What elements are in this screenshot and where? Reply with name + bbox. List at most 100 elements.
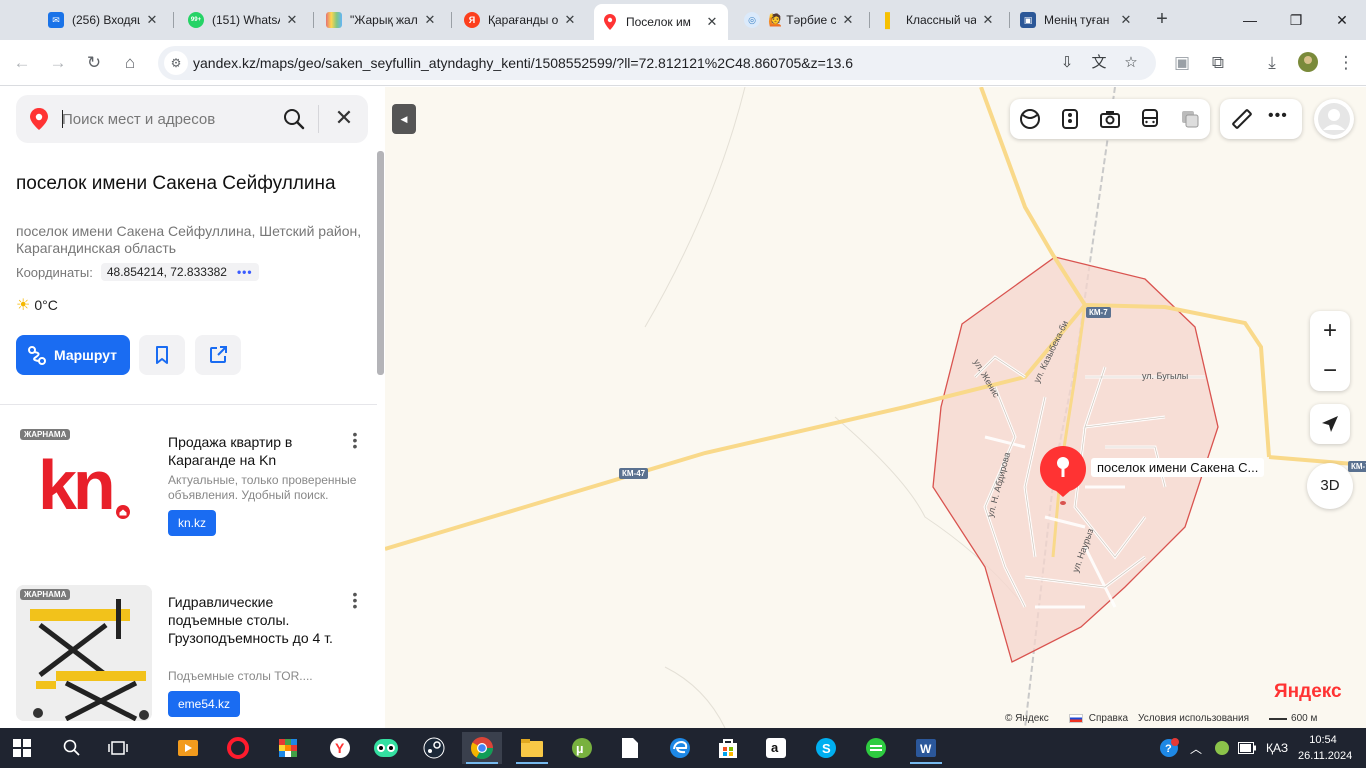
skype-icon[interactable]: S <box>806 732 846 764</box>
ad-menu-icon[interactable]: • • • <box>350 587 360 613</box>
extensions-puzzle-icon[interactable]: ⧉ <box>1206 51 1230 75</box>
ad-headline[interactable]: Гидравлические подъемные столы. Грузопод… <box>168 593 343 647</box>
close-tab-icon[interactable]: ✕ <box>284 12 300 28</box>
close-tab-icon[interactable]: ✕ <box>840 12 856 28</box>
ad-domain-button[interactable]: eme54.kz <box>168 691 241 717</box>
tab-zharyk[interactable]: "Жарық жал ✕ <box>318 6 446 34</box>
help-tray-icon[interactable]: ? <box>1158 728 1180 768</box>
whatsapp-icon: 99+ <box>188 12 204 28</box>
forward-button[interactable]: → <box>46 51 70 75</box>
more-horizontal-icon[interactable]: ••• <box>1268 107 1288 125</box>
search-input[interactable] <box>62 107 272 131</box>
coordinates-value[interactable]: 48.854214, 72.833382 ••• <box>100 263 259 281</box>
url-text: yandex.kz/maps/geo/saken_seyfullin_atynd… <box>193 55 854 71</box>
road-label: КМ-7 <box>1348 461 1366 472</box>
ad-domain-button[interactable]: kn.kz <box>168 510 217 536</box>
file-explorer-icon[interactable] <box>512 732 552 764</box>
ad-image[interactable]: ЖАРНАМА <box>16 585 152 721</box>
clock[interactable]: 10:54 26.11.2024 <box>1298 732 1352 764</box>
tab-whatsapp[interactable]: 99+ (151) WhatsApp ✕ <box>180 6 308 34</box>
traffic-icon[interactable] <box>1058 107 1082 131</box>
downloads-icon[interactable]: ⤓ <box>1260 51 1284 75</box>
extension-grey-icon[interactable]: ▣ <box>1170 51 1194 75</box>
utorrent-icon[interactable]: µ <box>562 732 602 764</box>
edge-icon[interactable] <box>660 732 700 764</box>
my-location-button[interactable] <box>1310 404 1350 444</box>
tray-expand-icon[interactable]: ︿ <box>1190 728 1202 768</box>
tab-mail[interactable]: ✉ (256) Входящие ✕ <box>40 6 168 34</box>
bookmark-button[interactable] <box>139 335 185 375</box>
layers-icon[interactable] <box>1178 107 1202 131</box>
zoom-in-button[interactable]: + <box>1310 311 1350 351</box>
profile-avatar-icon[interactable] <box>1296 51 1320 75</box>
word-icon[interactable]: W <box>906 732 946 764</box>
close-tab-icon[interactable]: ✕ <box>1118 12 1134 28</box>
camera-icon[interactable] <box>1098 107 1122 131</box>
back-button[interactable]: ← <box>10 51 34 75</box>
panel-scrollbar[interactable] <box>377 151 384 375</box>
document-icon[interactable] <box>610 732 650 764</box>
task-view-icon[interactable] <box>98 732 138 764</box>
windows-start-button[interactable] <box>2 732 42 764</box>
collapse-panel-button[interactable]: ◀ <box>392 104 416 134</box>
battery-icon[interactable] <box>1238 728 1256 768</box>
map-drawing[interactable] <box>385 87 1366 728</box>
steam-icon[interactable] <box>414 732 454 764</box>
home-button[interactable]: ⌂ <box>118 51 142 75</box>
store-icon[interactable] <box>708 732 748 764</box>
close-tab-icon[interactable]: ✕ <box>704 14 720 30</box>
help-link[interactable]: Справка <box>1089 713 1128 724</box>
tab-poselok-active[interactable]: Поселок им ✕ <box>594 4 728 40</box>
more-dots-icon[interactable]: ••• <box>237 265 253 279</box>
ad-image[interactable]: ЖАРНАМА kn <box>16 425 152 561</box>
rubik-cube-icon[interactable] <box>268 732 308 764</box>
close-tab-icon[interactable]: ✕ <box>144 12 160 28</box>
ad-headline[interactable]: Продажа квартир в Караганде на Kn <box>168 433 343 469</box>
zoom-out-button[interactable]: − <box>1310 351 1350 391</box>
share-button[interactable] <box>195 335 241 375</box>
ruler-icon[interactable] <box>1230 107 1254 136</box>
tab-tarbie[interactable]: ◎ 🙋 Тәрбие с ✕ <box>736 6 864 34</box>
map-place-label[interactable]: поселок имени Сакена С... <box>1091 458 1265 477</box>
menu-kebab-icon[interactable]: ⋮ <box>1334 51 1358 75</box>
close-window-button[interactable]: ✕ <box>1330 8 1354 32</box>
install-app-icon[interactable]: ⇩ <box>1056 52 1078 74</box>
road-label: КМ-47 <box>619 468 649 479</box>
address-bar[interactable]: ⚙ yandex.kz/maps/geo/saken_seyfullin_aty… <box>158 46 1156 80</box>
search-icon[interactable] <box>52 732 92 764</box>
yandex-browser-icon[interactable]: Y <box>320 732 360 764</box>
close-tab-icon[interactable]: ✕ <box>980 12 996 28</box>
minimize-button[interactable]: — <box>1238 8 1262 32</box>
media-player-icon[interactable] <box>168 732 208 764</box>
tab-menin[interactable]: ▣ Менің туған ✕ <box>1012 6 1142 34</box>
bus-icon[interactable] <box>1138 107 1162 131</box>
site-info-icon[interactable]: ⚙ <box>164 51 188 75</box>
tab-klassny[interactable]: ▌ Классный ча ✕ <box>874 6 1004 34</box>
search-icon[interactable] <box>282 107 306 131</box>
opera-icon[interactable] <box>218 732 258 764</box>
restore-button[interactable]: ❐ <box>1284 8 1308 32</box>
user-avatar[interactable] <box>1314 99 1354 139</box>
green-app-icon[interactable] <box>856 732 896 764</box>
close-icon[interactable]: ✕ <box>334 107 354 129</box>
close-tab-icon[interactable]: ✕ <box>422 12 438 28</box>
3d-button[interactable]: 3D <box>1307 463 1353 509</box>
tripadvisor-icon[interactable] <box>366 732 406 764</box>
amazon-icon[interactable]: a <box>756 732 796 764</box>
tray-green-icon[interactable] <box>1214 728 1230 768</box>
ad-card-eme54[interactable]: ЖАРНАМА Гидравлические подъемные столы. … <box>16 585 366 721</box>
language-indicator[interactable]: ҚАЗ <box>1266 728 1288 768</box>
ad-menu-icon[interactable]: • • • <box>350 427 360 453</box>
ad-card-kn[interactable]: ЖАРНАМА kn Продажа квартир в Караганде н… <box>16 425 366 561</box>
tab-karagandy[interactable]: Я Қарағанды о ✕ <box>456 6 586 34</box>
chrome-icon[interactable] <box>462 732 502 764</box>
close-tab-icon[interactable]: ✕ <box>562 12 578 28</box>
translate-icon[interactable]: 文 <box>1088 52 1110 74</box>
reload-button[interactable]: ↻ <box>82 51 106 75</box>
terms-link[interactable]: Условия использования <box>1138 713 1249 724</box>
panorama-icon[interactable] <box>1018 107 1042 131</box>
map-canvas[interactable]: КМ-47 КМ-7 КМ-7 ул. Казыбека-би ул. Жени… <box>385 87 1366 728</box>
star-bookmark-icon[interactable]: ☆ <box>1120 52 1142 74</box>
route-button[interactable]: Маршрут <box>16 335 130 375</box>
new-tab-button[interactable]: + <box>1150 8 1174 32</box>
